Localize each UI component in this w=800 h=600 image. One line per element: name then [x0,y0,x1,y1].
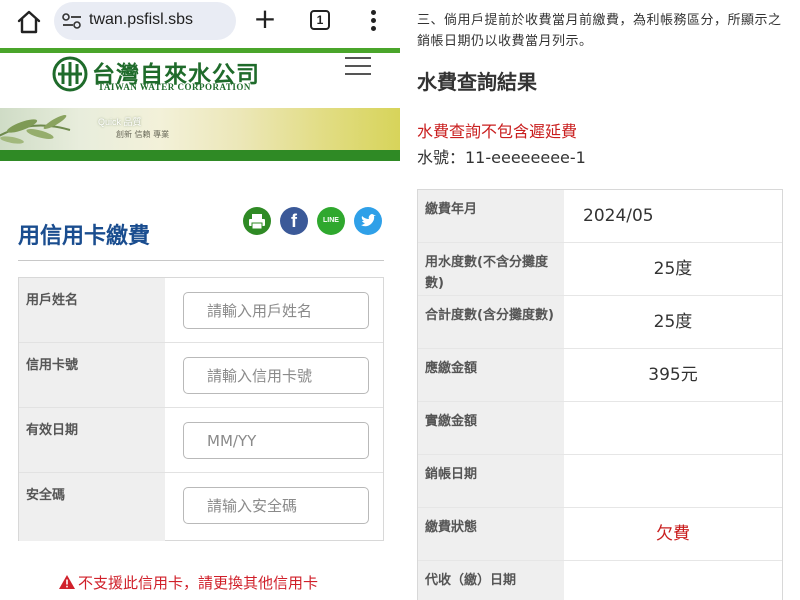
water-corp-logo-icon [52,56,88,92]
field-label: 安全碼 [19,473,165,541]
left-panel-payment-page: twan.psfisl.sbs + 1 台灣自來水公司 TAIWAN WATER… [0,0,400,600]
url-text[interactable]: twan.psfisl.sbs [89,11,193,29]
field-label: 用戶姓名 [19,278,165,342]
payment-status-value: 欠費 [656,524,690,544]
print-icon[interactable] [243,207,271,235]
bill-result-table: 繳費年月 2024/05 用水度數(不含分攤度數) 25度 合計度數(含分攤度數… [417,189,783,600]
banner-slogan-sub: 創新 信賴 專業 [116,130,170,139]
row-value: 395元 [648,365,698,385]
more-menu-icon[interactable] [364,8,382,34]
table-row: 應繳金額 395元 [418,349,782,402]
line-icon[interactable]: LINE [317,207,345,235]
row-value [564,455,782,507]
new-tab-plus-icon[interactable]: + [252,5,278,34]
row-label: 應繳金額 [418,349,564,401]
water-account-number: 水號：11-eeeeeeee-1 [417,148,586,167]
table-row: 用水度數(不含分攤度數) 25度 [418,243,782,296]
banner-slogan-main: Quick 品質 [98,117,142,127]
leaf-decoration-icon [0,114,71,144]
logo-english-name: TAIWAN WATER CORPORATION [98,82,251,92]
hero-banner: Quick 品質 創新 信賴 專業 [0,108,400,150]
row-label: 繳費年月 [418,190,564,242]
table-row: 繳費狀態 欠費 [418,508,782,561]
right-panel-bill-result: 三、倘用戶提前於收費當月前繳費，為利帳務區分，所顯示之銷帳日期仍以收費當月列示。… [400,0,800,600]
form-row-name: 用戶姓名 [19,278,383,343]
row-value [564,402,782,454]
table-row: 繳費年月 2024/05 [418,190,782,243]
row-value: 25度 [653,312,693,332]
facebook-icon[interactable]: f [280,207,308,235]
site-logo[interactable]: 台灣自來水公司 TAIWAN WATER CORPORATION [52,56,282,96]
warning-icon [59,575,75,589]
result-title: 水費查詢結果 [417,70,537,94]
expiry-date-input[interactable] [183,422,369,459]
row-value: 25度 [653,259,693,279]
row-label: 實繳金額 [418,402,564,454]
table-row: 合計度數(含分攤度數) 25度 [418,296,782,349]
address-bar[interactable]: twan.psfisl.sbs [54,2,236,40]
payment-form: 用戶姓名 信用卡號 有效日期 安全碼 [18,277,384,541]
form-row-cvv: 安全碼 [19,473,383,541]
banner-bottom-strip [0,150,400,161]
site-settings-icon[interactable] [62,13,82,29]
title-divider [18,260,384,261]
row-label: 代收（繳）日期 [418,561,564,600]
field-label: 信用卡號 [19,343,165,407]
row-label: 銷帳日期 [418,455,564,507]
row-label: 繳費狀態 [418,508,564,560]
field-label: 有效日期 [19,408,165,472]
table-row: 銷帳日期 [418,455,782,508]
card-error-message: 不支援此信用卡，請更換其他信用卡 [59,572,318,593]
browser-toolbar: twan.psfisl.sbs + 1 [0,0,400,44]
payment-note: 三、倘用戶提前於收費當月前繳費，為利帳務區分，所顯示之銷帳日期仍以收費當月列示。 [417,13,782,49]
row-value: 2024/05 [583,206,654,226]
row-label: 用水度數(不含分攤度數) [418,243,564,295]
header-divider [0,48,400,53]
row-value [564,561,782,600]
customer-name-input[interactable] [183,292,369,329]
form-row-card-number: 信用卡號 [19,343,383,408]
screenshot-root: twan.psfisl.sbs + 1 台灣自來水公司 TAIWAN WATER… [0,0,800,600]
tab-switcher-button[interactable]: 1 [310,10,330,30]
hamburger-menu-icon[interactable] [345,57,371,77]
table-row: 實繳金額 [418,402,782,455]
error-text: 不支援此信用卡，請更換其他信用卡 [78,574,319,592]
row-label: 合計度數(含分攤度數) [418,296,564,348]
card-number-input[interactable] [183,357,369,394]
form-row-expiry: 有效日期 [19,408,383,473]
twitter-icon[interactable] [354,207,382,235]
late-fee-notice: 水費查詢不包含遲延費 [417,122,578,141]
security-code-input[interactable] [183,487,369,524]
page-title: 用信用卡繳費 [18,224,151,249]
table-row: 代收（繳）日期 [418,561,782,600]
home-icon[interactable] [16,9,42,35]
